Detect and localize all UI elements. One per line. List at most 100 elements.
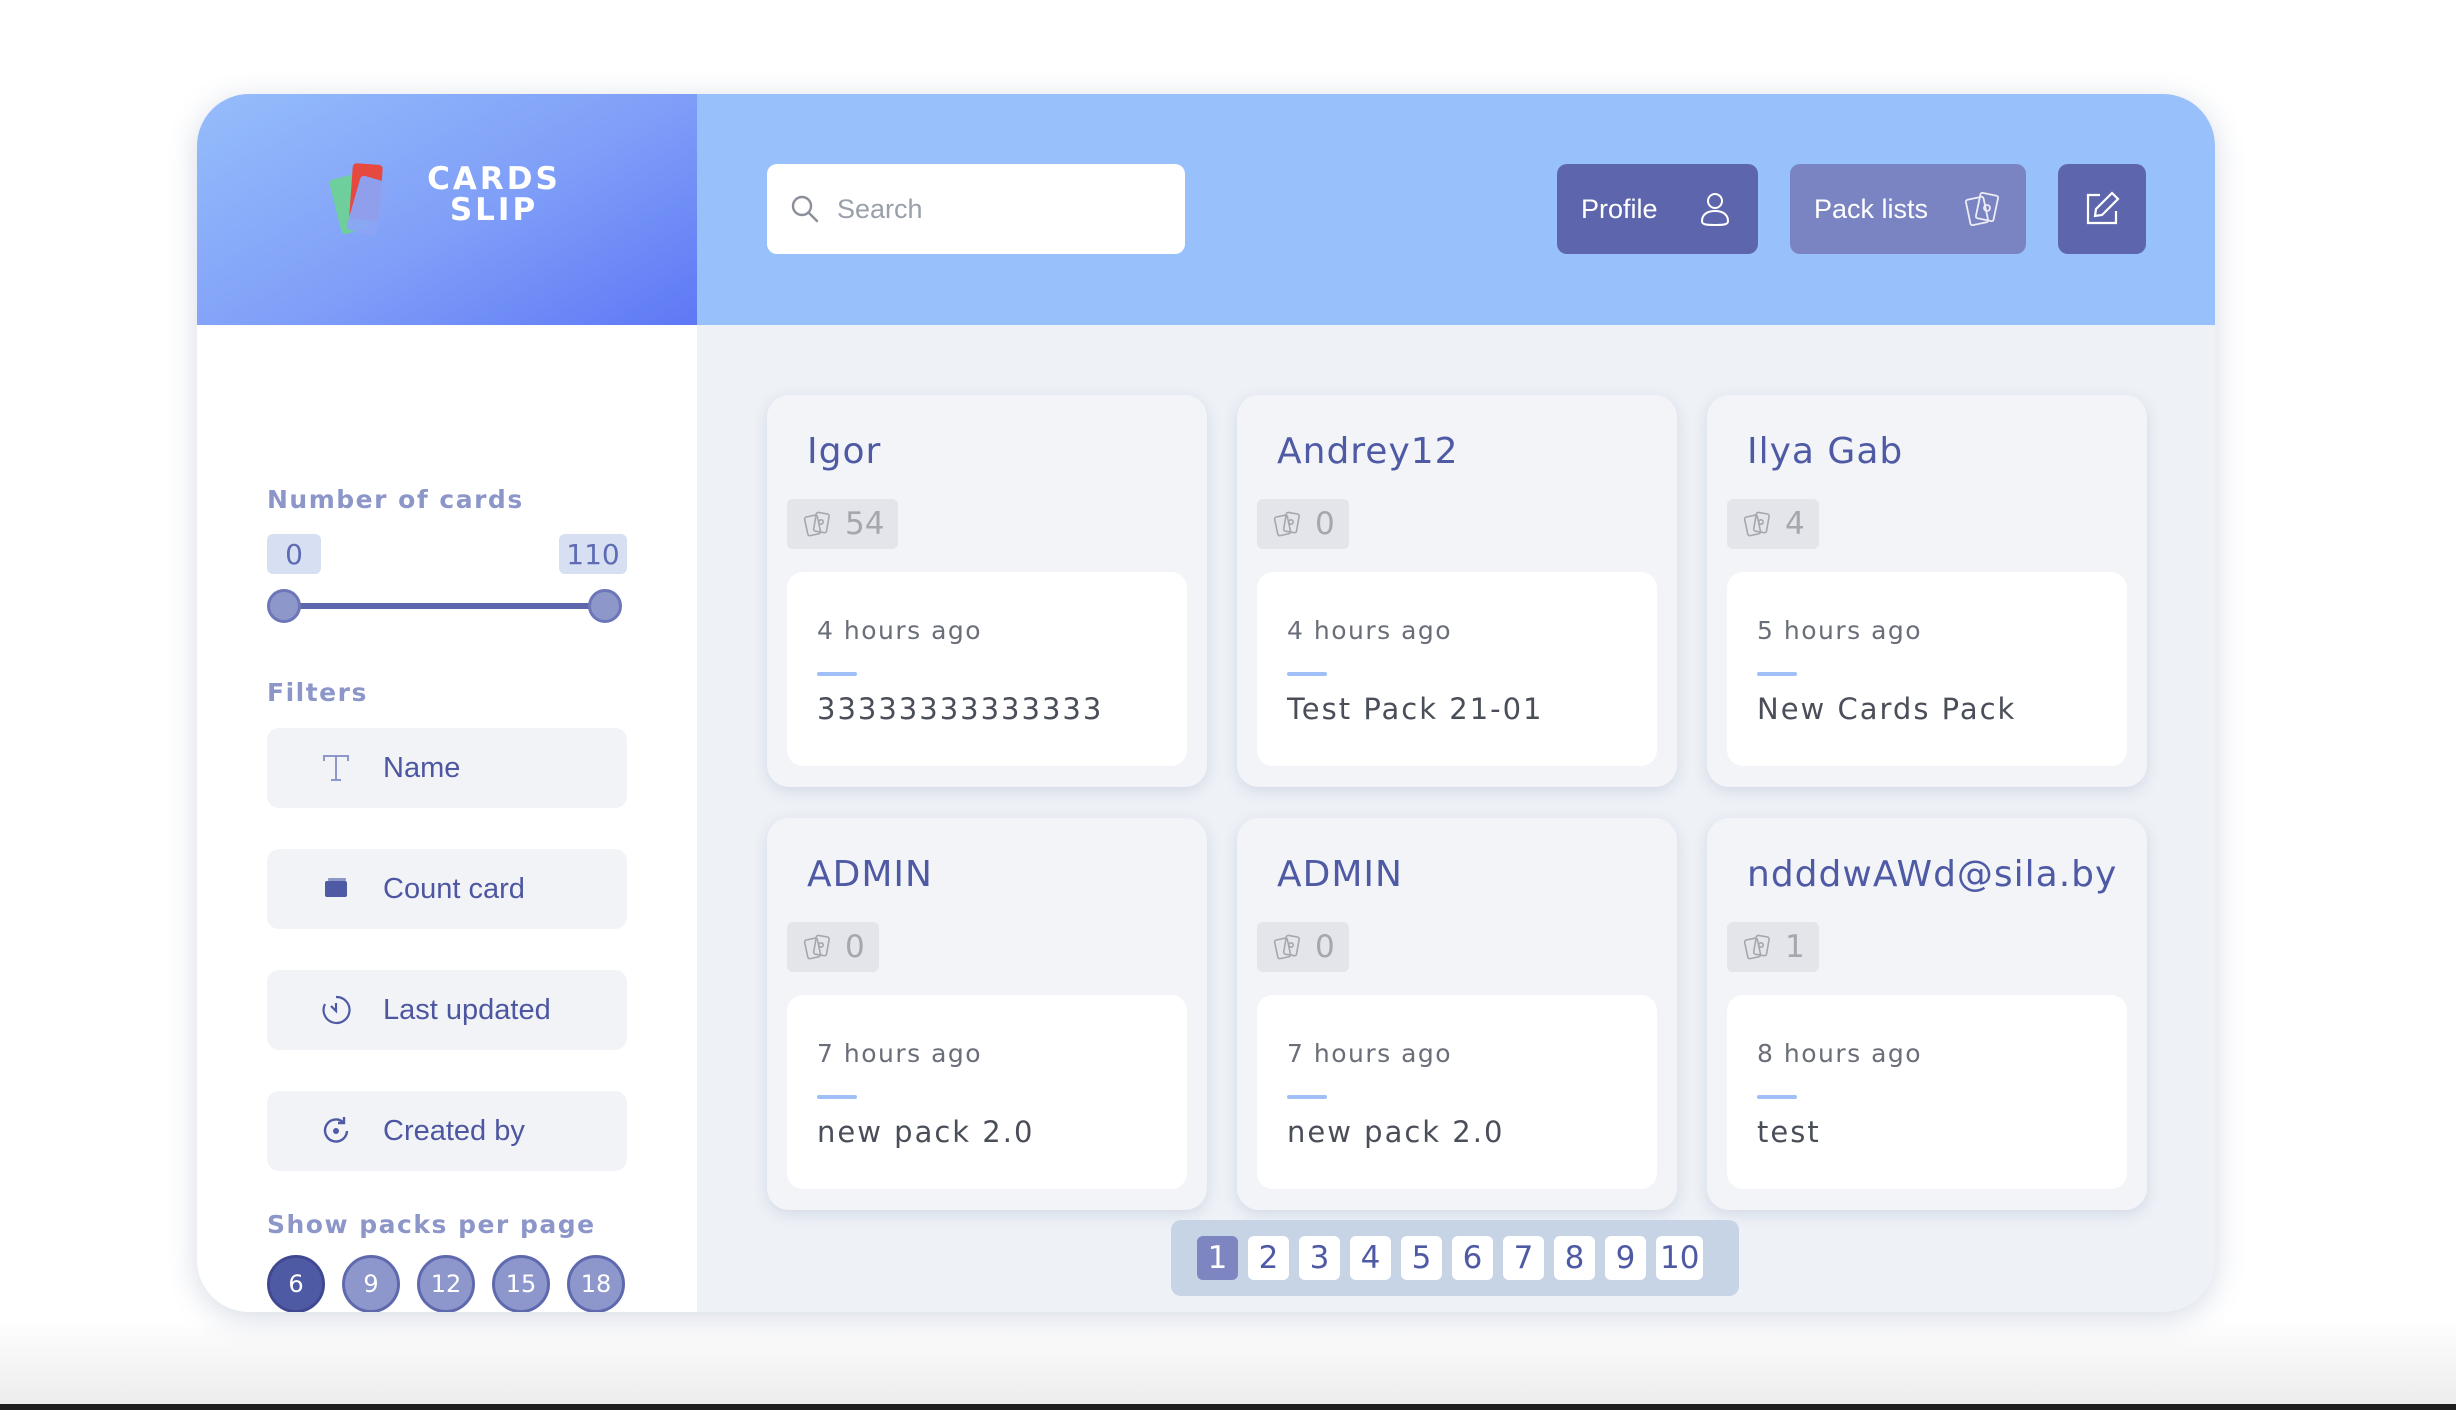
pack-lists-button-label: Pack lists <box>1814 193 1929 224</box>
pack-card-count-value: 1 <box>1785 929 1805 965</box>
cards-icon <box>1273 934 1300 960</box>
pack-divider <box>1287 672 1327 676</box>
range-slider-max-handle[interactable] <box>588 589 622 623</box>
logo-block[interactable]: CARDS SLIP <box>197 94 697 325</box>
pack-card-count: 0 <box>1257 922 1349 972</box>
top-header: Profile Pack lists <box>697 94 2215 325</box>
pack-updated-time: 4 hours ago <box>817 616 983 645</box>
page-button-6[interactable]: 6 <box>1452 1236 1493 1280</box>
pack-author: Ilya Gab <box>1747 431 1904 472</box>
pack-name: test <box>1757 1115 1821 1149</box>
filter-created-by-label: Created by <box>383 1114 525 1147</box>
range-slider-track[interactable] <box>283 603 605 609</box>
pack-updated-time: 4 hours ago <box>1287 616 1453 645</box>
cards-icon <box>803 934 830 960</box>
pack-card-count-value: 4 <box>1785 506 1805 542</box>
profile-button-label: Profile <box>1581 193 1658 224</box>
pack-details: 4 hours ago Test Pack 21-01 <box>1257 572 1657 766</box>
pack-divider <box>1757 1095 1797 1099</box>
number-of-cards-label: Number of cards <box>267 485 524 514</box>
pack-divider <box>817 1095 857 1099</box>
pack-card-count-value: 0 <box>1315 929 1335 965</box>
pack-card[interactable]: Igor 54 4 hours ago 33333333333333 <box>767 395 1207 787</box>
filter-last-updated-label: Last updated <box>383 993 551 1026</box>
pack-card-count: 0 <box>787 922 879 972</box>
per-page-option-6[interactable]: 6 <box>267 1255 325 1312</box>
pack-author: Igor <box>807 431 882 472</box>
pack-name: 33333333333333 <box>817 692 1104 726</box>
page-button-4[interactable]: 4 <box>1350 1236 1391 1280</box>
pack-details: 4 hours ago 33333333333333 <box>787 572 1187 766</box>
filter-count-card-label: Count card <box>383 872 525 905</box>
page-button-8[interactable]: 8 <box>1554 1236 1595 1280</box>
pack-name: Test Pack 21-01 <box>1287 692 1544 726</box>
sidebar: Number of cards 0 110 Filters Name Count… <box>197 325 697 1312</box>
per-page-option-9[interactable]: 9 <box>342 1255 400 1312</box>
pack-name: New Cards Pack <box>1757 692 2017 726</box>
profile-button[interactable]: Profile <box>1557 164 1758 254</box>
pack-details: 5 hours ago New Cards Pack <box>1727 572 2127 766</box>
per-page-option-15[interactable]: 15 <box>492 1255 550 1312</box>
pack-updated-time: 7 hours ago <box>817 1039 983 1068</box>
range-min-value: 0 <box>267 534 321 574</box>
page-button-9[interactable]: 9 <box>1605 1236 1646 1280</box>
pack-card[interactable]: Andrey12 0 4 hours ago Test Pack 21-01 <box>1237 395 1677 787</box>
edit-button[interactable] <box>2058 164 2146 254</box>
pack-lists-button[interactable]: Pack lists <box>1790 164 2026 254</box>
page-button-5[interactable]: 5 <box>1401 1236 1442 1280</box>
range-max-value: 110 <box>559 534 627 574</box>
pack-details: 8 hours ago test <box>1727 995 2127 1189</box>
pack-card[interactable]: ndddwAWd@sila.by 1 8 hours ago test <box>1707 818 2147 1210</box>
cards-icon <box>1743 934 1770 960</box>
search-input[interactable] <box>837 193 1167 225</box>
pack-details: 7 hours ago new pack 2.0 <box>1257 995 1657 1189</box>
filter-created-by-button[interactable]: Created by <box>267 1091 627 1171</box>
logo-line-1: CARDS <box>427 161 561 197</box>
filter-count-card-button[interactable]: Count card <box>267 849 627 929</box>
page-button-3[interactable]: 3 <box>1299 1236 1340 1280</box>
pack-updated-time: 5 hours ago <box>1757 616 1923 645</box>
cards-icon <box>1964 191 2000 227</box>
page-button-1[interactable]: 1 <box>1197 1236 1238 1280</box>
pack-card-count: 1 <box>1727 922 1819 972</box>
cards-icon <box>1743 511 1770 537</box>
pack-card-count-value: 54 <box>845 506 885 542</box>
filter-last-updated-button[interactable]: Last updated <box>267 970 627 1050</box>
logo-cards-icon <box>328 162 391 238</box>
search-box[interactable] <box>767 164 1185 254</box>
page-button-10[interactable]: 10 <box>1656 1236 1704 1280</box>
clock-icon <box>322 995 351 1025</box>
pack-author: Andrey12 <box>1277 431 1459 472</box>
filters-label: Filters <box>267 678 368 707</box>
card-icon <box>325 878 347 897</box>
range-slider-min-handle[interactable] <box>267 589 301 623</box>
user-icon <box>1700 193 1730 227</box>
pack-divider <box>817 672 857 676</box>
pack-author: ADMIN <box>1277 854 1403 895</box>
page-bottom-fade <box>0 1318 2456 1406</box>
app-window: CARDS SLIP Profile Pack lists <box>197 94 2215 1312</box>
per-page-option-12[interactable]: 12 <box>417 1255 475 1312</box>
pack-card-count-value: 0 <box>845 929 865 965</box>
page-button-7[interactable]: 7 <box>1503 1236 1544 1280</box>
pack-card-count: 54 <box>787 499 899 549</box>
text-icon <box>323 755 349 781</box>
cards-icon <box>1273 511 1300 537</box>
pack-card[interactable]: ADMIN 0 7 hours ago new pack 2.0 <box>1237 818 1677 1210</box>
per-page-label: Show packs per page <box>267 1210 596 1239</box>
pack-updated-time: 8 hours ago <box>1757 1039 1923 1068</box>
pack-author: ADMIN <box>807 854 933 895</box>
pack-card-count: 0 <box>1257 499 1349 549</box>
pack-divider <box>1757 672 1797 676</box>
pack-details: 7 hours ago new pack 2.0 <box>787 995 1187 1189</box>
filter-name-button[interactable]: Name <box>267 728 627 808</box>
page-button-2[interactable]: 2 <box>1248 1236 1289 1280</box>
logo-text: CARDS SLIP <box>419 164 569 226</box>
per-page-option-18[interactable]: 18 <box>567 1255 625 1312</box>
pack-name: new pack 2.0 <box>1287 1115 1505 1149</box>
pack-card[interactable]: Ilya Gab 4 5 hours ago New Cards Pack <box>1707 395 2147 787</box>
pack-card-count: 4 <box>1727 499 1819 549</box>
pack-card[interactable]: ADMIN 0 7 hours ago new pack 2.0 <box>767 818 1207 1210</box>
pagination: 1 2 3 4 5 6 7 8 9 10 <box>1171 1220 1739 1296</box>
refresh-icon <box>323 1117 349 1143</box>
